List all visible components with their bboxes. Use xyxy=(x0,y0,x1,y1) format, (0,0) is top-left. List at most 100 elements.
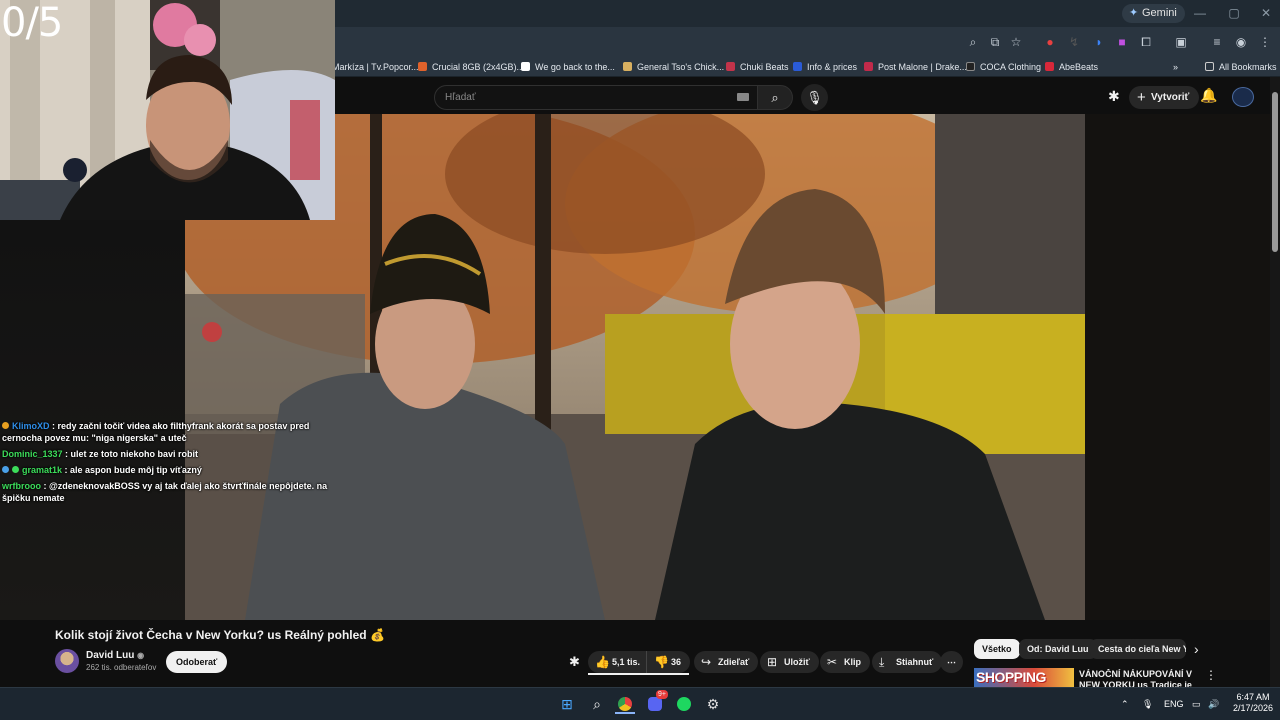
favicon-icon xyxy=(418,62,427,71)
chat-badge-icon xyxy=(2,466,9,473)
extension-purple-icon[interactable]: ■ xyxy=(1113,33,1131,51)
ask-ai-icon[interactable]: ✱ xyxy=(569,654,580,670)
gemini-icon: ✦ xyxy=(1129,7,1139,19)
chat-username: wrfbrooo xyxy=(2,481,41,491)
bookmark-star-icon[interactable]: ☆ xyxy=(1007,33,1025,51)
chat-text: ulet ze toto niekoho bavi robit xyxy=(70,449,199,459)
language-indicator[interactable]: ENG xyxy=(1164,698,1184,710)
extensions-puzzle-icon[interactable]: ⧠ xyxy=(1137,33,1155,51)
extension-red-icon[interactable]: ● xyxy=(1041,33,1059,51)
recommended-thumbnail[interactable]: SHOPPING xyxy=(974,668,1074,687)
recommended-menu-icon[interactable]: ⋮ xyxy=(1205,668,1217,682)
notifications-bell-icon[interactable]: 🔔 xyxy=(1200,87,1217,104)
volume-icon[interactable]: 🔊 xyxy=(1208,698,1219,710)
favicon-icon xyxy=(793,62,802,71)
chat-message: KlimoXD : redy začni točiť videa ako fil… xyxy=(2,421,310,443)
windows-start-icon[interactable]: ⊞ xyxy=(557,694,577,714)
chat-text: ale aspon bude môj tip víťazný xyxy=(70,465,202,475)
search-taskbar-icon[interactable]: ⌕ xyxy=(587,694,607,714)
minimize-button[interactable]: — xyxy=(1190,4,1210,22)
chat-message: gramat1k : ale aspon bude môj tip víťazn… xyxy=(2,464,332,476)
favicon-icon xyxy=(623,62,632,71)
bookmark-item[interactable]: We go back to the... xyxy=(521,60,615,74)
bookmark-label: We go back to the... xyxy=(535,62,615,72)
dislike-count: 36 xyxy=(671,657,682,667)
gemini-button[interactable]: ✦ Gemini xyxy=(1122,4,1185,23)
thumbs-down-icon: 👎 xyxy=(654,655,669,669)
voice-search-button[interactable]: 🎙 xyxy=(801,84,828,111)
maximize-button[interactable]: ▢ xyxy=(1224,4,1244,22)
share-button[interactable]: ↪ Zdieľať xyxy=(694,651,759,673)
channel-name-label: David Luu xyxy=(86,650,135,661)
bookmark-label: General Tso's Chick... xyxy=(637,62,725,72)
zoom-icon[interactable]: ⌕ xyxy=(964,33,982,51)
discord-badge: 9+ xyxy=(656,690,668,699)
spotify-icon[interactable] xyxy=(674,694,694,714)
chip-from-channel[interactable]: Od: David Luu xyxy=(1019,639,1097,659)
extension-wave-icon[interactable]: ◗ xyxy=(1090,33,1108,51)
bookmark-item[interactable]: Chuki Beats xyxy=(726,60,789,74)
bookmark-item[interactable]: General Tso's Chick... xyxy=(623,60,724,74)
favicon-icon xyxy=(726,62,735,71)
close-button[interactable]: ✕ xyxy=(1256,4,1276,22)
chip-all[interactable]: Všetko xyxy=(974,639,1020,659)
thumbnail-text: SHOPPING xyxy=(976,669,1046,685)
folder-icon xyxy=(1205,62,1214,71)
all-bookmarks-button[interactable]: All Bookmarks xyxy=(1205,60,1277,74)
recommended-title[interactable]: VÁNOČNÍ NÁKUPOVÁNÍ V NEW YORKU us Tradic… xyxy=(1079,669,1199,687)
search-input[interactable]: Hľadať xyxy=(434,85,758,110)
media-control-icon[interactable]: ▣ xyxy=(1172,33,1190,51)
browser-menu-icon[interactable]: ⋮ xyxy=(1256,33,1274,51)
bookmark-label: Info & prices xyxy=(807,62,858,72)
search-icon: ⌕ xyxy=(771,90,779,105)
microphone-icon: 🎙 xyxy=(806,90,823,105)
chip-related[interactable]: Cesta do cieľa New Yo xyxy=(1090,639,1186,659)
download-button[interactable]: ⤓ Stiahnuť xyxy=(872,651,943,673)
favicon-icon xyxy=(1045,62,1054,71)
scrollbar-thumb[interactable] xyxy=(1272,92,1278,252)
app-icon[interactable]: ⚙ xyxy=(703,694,723,714)
network-icon[interactable]: ▭ xyxy=(1192,698,1201,710)
chat-username: gramat1k xyxy=(22,465,63,475)
all-bookmarks-label: All Bookmarks xyxy=(1219,62,1277,72)
bookmark-item[interactable]: Crucial 8GB (2x4GB)... xyxy=(418,60,524,74)
chrome-icon[interactable] xyxy=(615,694,635,714)
bookmark-item[interactable]: Info & prices xyxy=(793,60,857,74)
dislike-button[interactable]: 👎 36 xyxy=(646,651,691,673)
profile-avatar-icon[interactable]: ◉ xyxy=(1232,33,1250,51)
chevron-right-icon[interactable]: › xyxy=(1194,640,1199,658)
chat-message: wrfbrooo : @zdeneknovakBOSS vy aj tak ďa… xyxy=(2,481,328,503)
bookmark-item[interactable]: Markíza | Tv.Popcor... xyxy=(332,60,419,74)
microphone-tray-icon[interactable]: 🎙 xyxy=(1142,698,1153,710)
bookmark-item[interactable]: Post Malone | Drake... xyxy=(864,60,967,74)
account-avatar[interactable] xyxy=(1232,87,1254,107)
subscribe-button[interactable]: Odoberať xyxy=(166,651,228,673)
search-button[interactable]: ⌕ xyxy=(757,85,793,110)
scissors-icon: ✂ xyxy=(827,655,838,669)
taskbar-clock[interactable]: 6:47 AM 2/17/2026 xyxy=(1228,692,1278,714)
sparkle-icon[interactable]: ✱ xyxy=(1108,88,1120,105)
bookmark-label: Chuki Beats xyxy=(740,62,789,72)
favicon-icon xyxy=(864,62,873,71)
clip-button[interactable]: ✂ Klip xyxy=(820,651,870,673)
bookmark-item[interactable]: AbeBeats xyxy=(1045,60,1098,74)
create-button[interactable]: + Vytvoriť xyxy=(1129,86,1200,109)
tray-chevron-icon[interactable]: ⌃ xyxy=(1121,698,1129,710)
like-button[interactable]: 👍 5,1 tis. xyxy=(588,651,649,673)
chat-username: Dominic_1337 xyxy=(2,449,63,459)
channel-avatar[interactable] xyxy=(55,649,79,673)
more-actions-button[interactable]: ⋯ xyxy=(940,651,963,673)
gemini-label: Gemini xyxy=(1142,7,1177,19)
bookmarks-overflow-icon[interactable]: » xyxy=(1173,60,1178,74)
bookmark-item[interactable]: COCA Clothing xyxy=(966,60,1041,74)
chat-badge-icon xyxy=(12,466,19,473)
keyboard-icon[interactable] xyxy=(737,93,749,101)
save-button[interactable]: ⊞ Uložiť xyxy=(760,651,819,673)
goal-counter: 0/5 xyxy=(1,0,63,46)
reading-list-icon[interactable]: ≡ xyxy=(1208,33,1226,51)
download-label: Stiahnuť xyxy=(896,657,934,667)
discord-icon[interactable]: 9+ xyxy=(645,690,668,714)
install-app-icon[interactable]: ⧉ xyxy=(986,33,1004,51)
extension-arrow-icon[interactable]: ↯ xyxy=(1065,33,1083,51)
channel-name[interactable]: David Luu ◉ xyxy=(86,650,144,662)
